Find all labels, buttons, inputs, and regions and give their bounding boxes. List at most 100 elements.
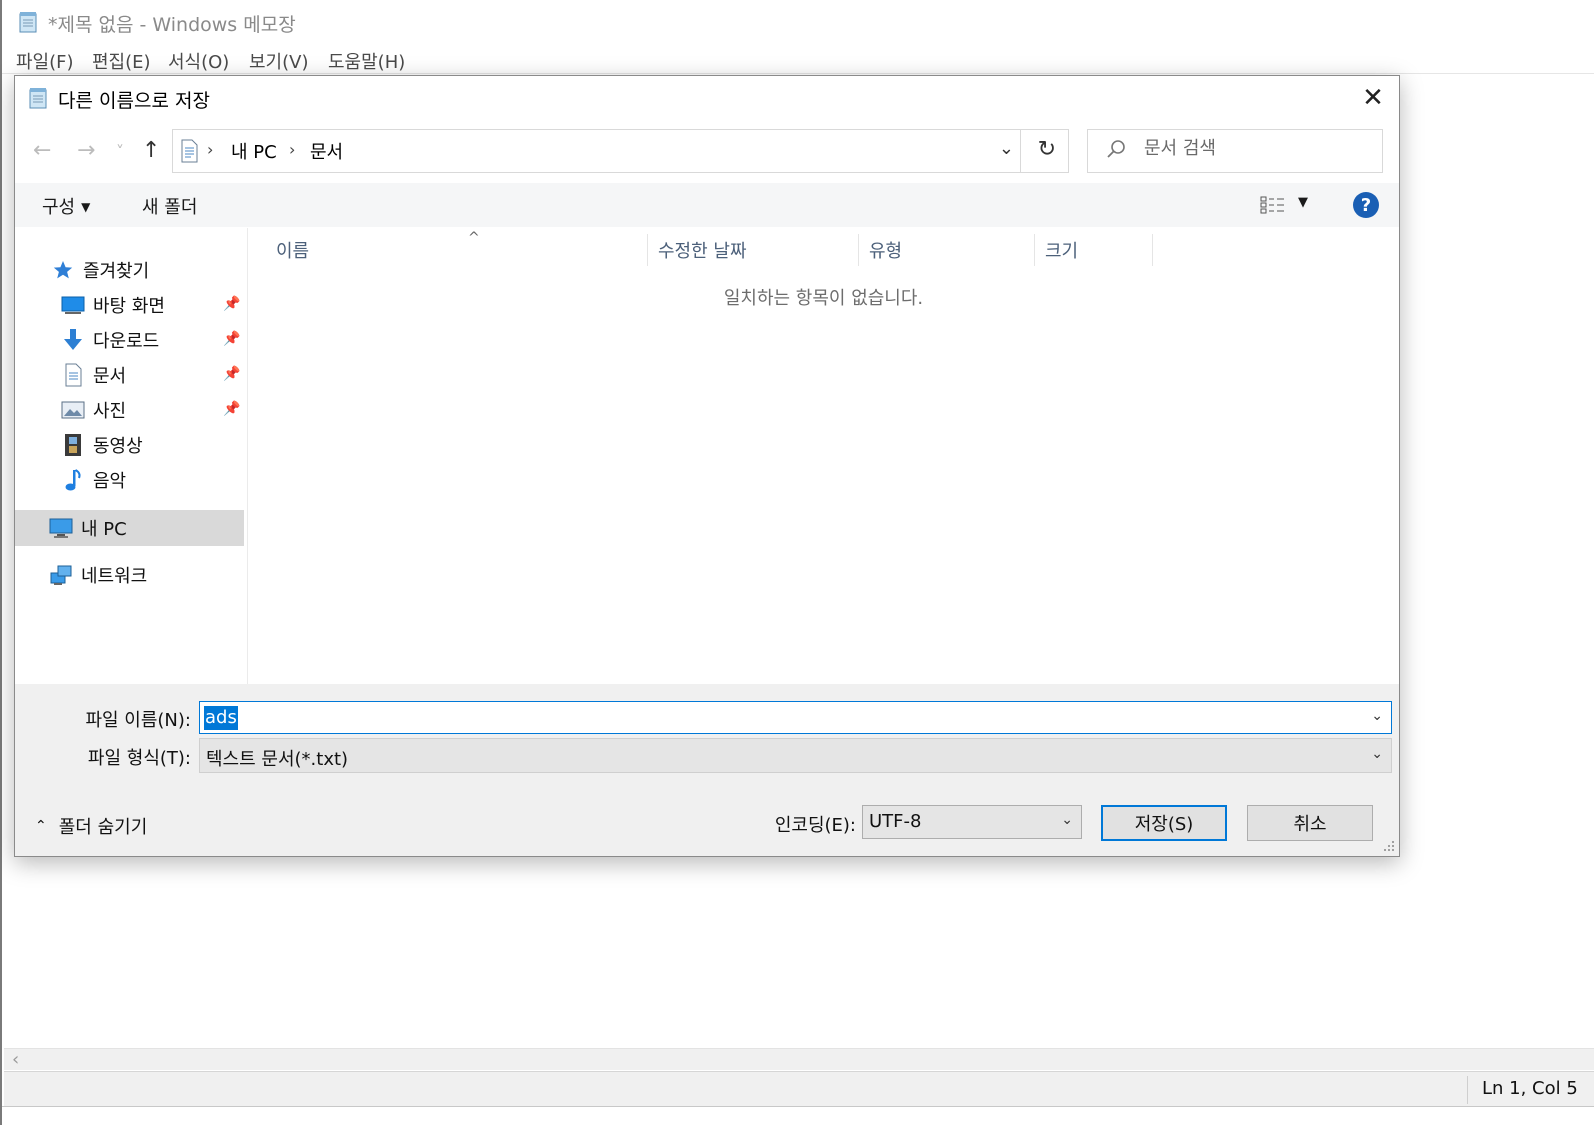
up-arrow-icon[interactable]: ↑ [142,138,160,163]
breadcrumb-documents[interactable]: 문서 [310,138,343,164]
nav-item-this-pc[interactable]: 내 PC [15,510,244,546]
nav-item-pictures[interactable]: 사진 [61,394,126,426]
notepad-icon [19,12,37,33]
cancel-button[interactable]: 취소 [1247,805,1373,841]
caret-down-icon[interactable]: ▼ [1298,195,1308,210]
notepad-statusbar: Ln 1, Col 5 [4,1071,1594,1106]
scroll-left-icon[interactable]: ‹ [12,1049,19,1070]
pin-icon[interactable]: 📌 [223,366,240,382]
encoding-value: UTF-8 [869,811,922,832]
computer-icon [49,517,73,539]
encoding-select[interactable]: UTF-8 ⌄ [862,805,1082,839]
chevron-down-icon[interactable]: ⌄ [999,138,1014,159]
back-arrow-icon[interactable]: ← [33,138,51,163]
nav-label: 문서 [93,366,127,387]
pin-icon[interactable]: 📌 [223,296,240,312]
nav-quick-access[interactable]: 즐겨찾기 [51,254,149,286]
nav-item-downloads[interactable]: 다운로드 [61,324,159,356]
caret-down-icon: ▼ [81,200,91,214]
column-header-type[interactable]: 유형 [859,234,1035,266]
nav-label: 음악 [93,471,127,492]
notepad-title: *제목 없음 - Windows 메모장 [48,14,296,36]
column-header-name[interactable]: 이름 ^ [266,230,648,266]
organize-button[interactable]: 구성 ▼ [42,193,90,219]
nav-item-documents[interactable]: 문서 [61,359,126,391]
menu-edit[interactable]: 편집(E) [92,48,151,74]
menu-view[interactable]: 보기(V) [249,48,308,74]
notepad-titlebar: *제목 없음 - Windows 메모장 [2,0,1594,42]
refresh-icon[interactable]: ↻ [1038,137,1056,162]
chevron-down-icon[interactable]: ⌄ [1061,812,1073,828]
filetype-label: 파일 형식(T): [87,748,191,769]
nav-item-desktop[interactable]: 바탕 화면 [61,289,165,321]
column-header-size[interactable]: 크기 [1035,234,1153,266]
breadcrumb-this-pc[interactable]: 내 PC [231,138,277,164]
column-label: 이름 [276,241,310,262]
breadcrumb-chevron-icon[interactable]: › [289,140,295,159]
star-icon [51,259,75,281]
column-header-date[interactable]: 수정한 날짜 [648,234,859,266]
nav-label: 즐겨찾기 [83,261,150,282]
file-list[interactable]: 이름 ^ 수정한 날짜 유형 크기 일치하는 항목이 없습니다. [248,228,1399,684]
save-button[interactable]: 저장(S) [1101,805,1227,841]
chevron-up-icon: ⌃ [35,818,47,834]
window-bottom-edge [2,1106,1594,1125]
pictures-icon [61,399,85,421]
column-label: 유형 [869,241,903,262]
cursor-position: Ln 1, Col 5 [1482,1078,1578,1099]
address-bar[interactable]: › 내 PC › 문서 ⌄ ↻ [172,129,1069,173]
search-box[interactable] [1087,129,1383,173]
organize-label: 구성 [42,197,76,218]
nav-label: 동영상 [93,436,143,457]
command-bar: 구성 ▼ 새 폴더 ▼ ? [15,183,1399,227]
music-icon [61,469,85,491]
notepad-menubar: 파일(F) 편집(E) 서식(O) 보기(V) 도움말(H) [2,44,1594,74]
download-icon [61,329,85,351]
dialog-titlebar: 다른 이름으로 저장 ✕ [15,76,1399,120]
chevron-down-icon[interactable]: ⌄ [1371,746,1383,762]
help-icon[interactable]: ? [1353,192,1379,218]
nav-item-network[interactable]: 네트워크 [49,559,147,591]
breadcrumb-chevron-icon[interactable]: › [207,140,213,159]
nav-label: 네트워크 [81,566,148,587]
encoding-label: 인코딩(E): [774,815,856,836]
filetype-value: 텍스트 문서(*.txt) [206,749,349,770]
filename-field[interactable]: ads [204,706,238,730]
navigation-pane: 즐겨찾기 바탕 화면 📌 다운로드 📌 문서 📌 사진 📌 동영상 음악 내 P… [15,228,247,684]
forward-arrow-icon[interactable]: → [77,138,95,163]
dialog-title: 다른 이름으로 저장 [58,90,210,112]
nav-label: 사진 [93,401,127,422]
resize-grip-icon[interactable] [1383,840,1395,852]
menu-help[interactable]: 도움말(H) [328,48,405,74]
nav-label: 바탕 화면 [93,296,165,317]
empty-folder-text: 일치하는 항목이 없습니다. [723,288,924,309]
recent-locations-icon[interactable]: ˅ [116,142,124,161]
horizontal-scrollbar[interactable]: ‹ [4,1048,1594,1070]
chevron-down-icon[interactable]: ⌄ [1371,708,1383,724]
nav-label: 내 PC [81,519,127,540]
search-icon [1107,140,1125,158]
empty-folder-message: 일치하는 항목이 없습니다. [248,284,1399,310]
document-icon [181,139,198,163]
videos-icon [61,434,85,456]
menu-file[interactable]: 파일(F) [16,48,74,74]
close-icon[interactable]: ✕ [1355,80,1391,116]
search-input[interactable] [1144,138,1364,159]
pin-icon[interactable]: 📌 [223,401,240,417]
hide-folders-button[interactable]: ⌃ 폴더 숨기기 [35,813,147,839]
nav-label: 다운로드 [93,331,160,352]
view-options-icon[interactable] [1260,195,1286,215]
network-icon [49,564,73,586]
filename-combobox[interactable]: ads ⌄ [199,701,1392,734]
filetype-select[interactable]: 텍스트 문서(*.txt) ⌄ [199,738,1392,773]
pin-icon[interactable]: 📌 [223,331,240,347]
address-divider [1020,130,1021,172]
save-as-dialog: 다른 이름으로 저장 ✕ ← → ˅ ↑ › 내 PC › 문서 ⌄ ↻ 문서 … [14,75,1400,857]
status-separator [1467,1076,1468,1104]
nav-item-music[interactable]: 음악 [61,464,126,496]
menu-format[interactable]: 서식(O) [168,48,229,74]
column-label: 크기 [1045,241,1079,262]
new-folder-button[interactable]: 새 폴더 [142,193,197,219]
column-label: 수정한 날짜 [658,241,747,262]
nav-item-videos[interactable]: 동영상 [61,429,143,461]
